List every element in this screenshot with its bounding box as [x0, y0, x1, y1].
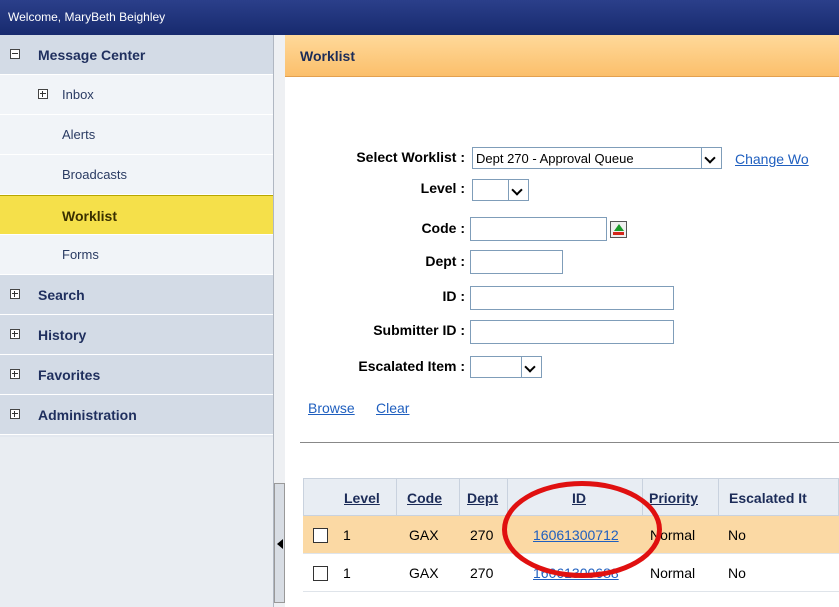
code-label: Code :: [421, 220, 465, 236]
cell-dept: 270: [470, 565, 494, 581]
column-header-code[interactable]: Code: [407, 490, 442, 506]
sidebar-item-broadcasts[interactable]: Broadcasts: [0, 155, 273, 195]
sidebar-item-label: Forms: [62, 247, 99, 262]
column-separator: [459, 479, 460, 517]
sidebar-item-label: Search: [38, 287, 85, 303]
level-select[interactable]: [472, 179, 529, 201]
escalated-item-label: Escalated Item :: [358, 358, 465, 374]
cell-escalated: No: [728, 565, 746, 581]
code-input[interactable]: [470, 217, 607, 241]
chevron-down-icon[interactable]: [521, 357, 541, 377]
sidebar-nav: Message Center Inbox Alerts Broadcasts W…: [0, 35, 273, 607]
expand-icon[interactable]: [38, 89, 48, 99]
sidebar-item-label: Alerts: [62, 127, 96, 142]
dept-label: Dept :: [425, 253, 465, 269]
expand-icon[interactable]: [10, 369, 20, 379]
worklist-select-value: Dept 270 - Approval Queue: [476, 151, 634, 166]
cell-escalated: No: [728, 527, 746, 543]
cell-level: 1: [343, 527, 351, 543]
escalated-item-select[interactable]: [470, 356, 542, 378]
dept-input[interactable]: [470, 250, 563, 274]
chevron-down-icon[interactable]: [508, 180, 528, 200]
column-header-level[interactable]: Level: [344, 490, 380, 506]
arrow-left-icon: [277, 539, 283, 549]
sidebar-item-label: Favorites: [38, 367, 101, 383]
column-separator: [718, 479, 719, 517]
expand-icon[interactable]: [10, 409, 20, 419]
lookup-icon[interactable]: [610, 221, 627, 238]
worklist-select[interactable]: Dept 270 - Approval Queue: [472, 147, 722, 169]
cell-level: 1: [343, 565, 351, 581]
submitter-id-label: Submitter ID :: [373, 322, 465, 338]
welcome-text: Welcome, MaryBeth Beighley: [8, 10, 166, 24]
chevron-down-icon[interactable]: [701, 148, 721, 168]
column-header-escalated: Escalated It: [729, 490, 807, 506]
welcome-bar: Welcome, MaryBeth Beighley: [0, 0, 839, 35]
level-label: Level :: [420, 180, 465, 196]
panel-splitter[interactable]: [273, 35, 285, 607]
select-worklist-label: Select Worklist :: [356, 149, 465, 165]
sidebar-item-label: Inbox: [62, 87, 94, 102]
sidebar-item-search[interactable]: Search: [0, 275, 273, 315]
row-checkbox[interactable]: [313, 566, 328, 581]
submitter-id-input[interactable]: [470, 320, 674, 344]
collapse-icon[interactable]: [10, 49, 20, 59]
id-input[interactable]: [470, 286, 674, 310]
sidebar-item-inbox[interactable]: Inbox: [0, 75, 273, 115]
sidebar-item-label: Administration: [38, 407, 137, 423]
sidebar-item-message-center[interactable]: Message Center: [0, 35, 273, 75]
sidebar-empty-area: [0, 437, 273, 607]
browse-link[interactable]: Browse: [308, 400, 355, 416]
cell-code: GAX: [409, 565, 439, 581]
sidebar-item-alerts[interactable]: Alerts: [0, 115, 273, 155]
column-header-dept[interactable]: Dept: [467, 490, 498, 506]
annotation-circle: [502, 481, 662, 578]
page-header: Worklist: [285, 35, 839, 77]
page-title: Worklist: [300, 48, 355, 64]
sidebar-item-label: Worklist: [62, 208, 117, 224]
sidebar-item-favorites[interactable]: Favorites: [0, 355, 273, 395]
sidebar-item-label: Message Center: [38, 47, 146, 63]
sidebar-item-worklist[interactable]: Worklist: [0, 195, 273, 235]
sidebar-item-history[interactable]: History: [0, 315, 273, 355]
collapse-sidebar-handle[interactable]: [274, 483, 285, 603]
sidebar-item-administration[interactable]: Administration: [0, 395, 273, 435]
clear-link[interactable]: Clear: [376, 400, 409, 416]
column-separator: [396, 479, 397, 517]
row-checkbox[interactable]: [313, 528, 328, 543]
expand-icon[interactable]: [10, 289, 20, 299]
sidebar-item-label: History: [38, 327, 87, 343]
cell-dept: 270: [470, 527, 494, 543]
sidebar-item-label: Broadcasts: [62, 167, 128, 182]
cell-code: GAX: [409, 527, 439, 543]
cell-priority: Normal: [650, 565, 696, 581]
section-divider: [300, 442, 839, 443]
expand-icon[interactable]: [10, 329, 20, 339]
sidebar-item-forms[interactable]: Forms: [0, 235, 273, 275]
column-header-priority[interactable]: Priority: [649, 490, 698, 506]
id-label: ID :: [442, 288, 465, 304]
change-worklist-link[interactable]: Change Wo: [735, 151, 809, 167]
